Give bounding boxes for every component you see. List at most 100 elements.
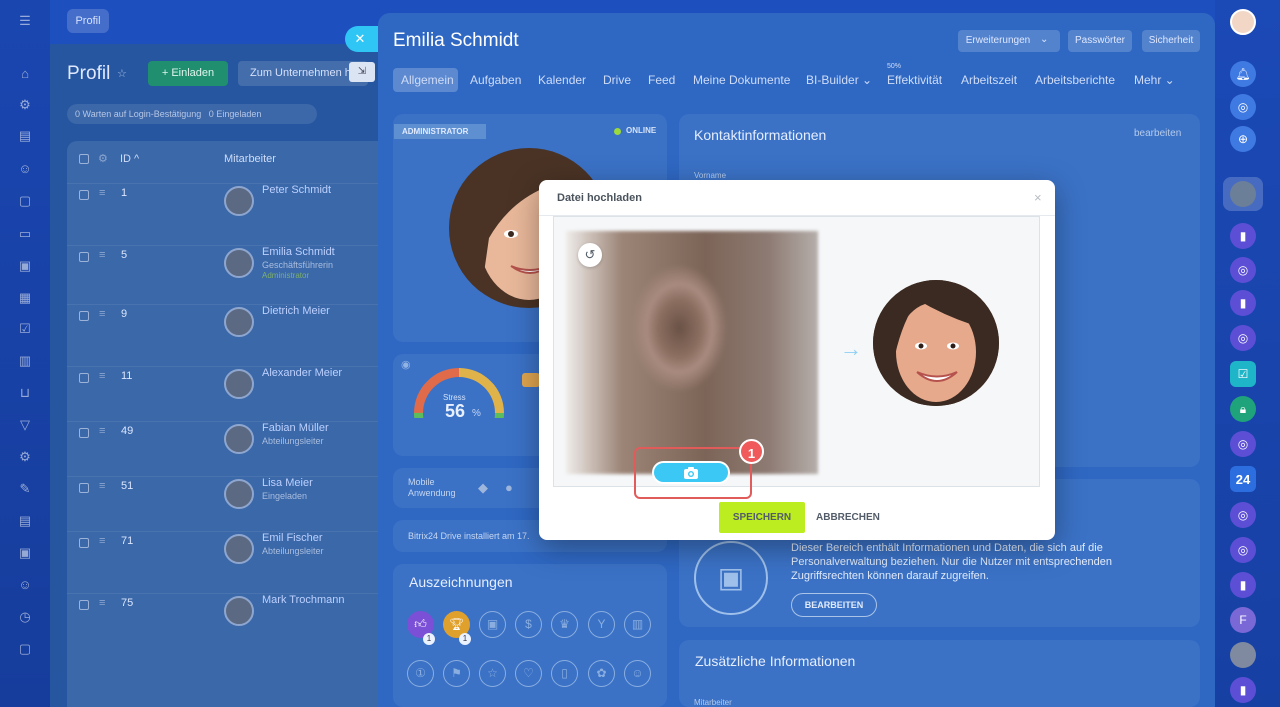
tab-more[interactable]: Mehr ⌄ (1134, 73, 1175, 87)
f-chat-icon[interactable]: F (1230, 607, 1256, 633)
table-row[interactable]: ≡ 5 Emilia Schmidt Geschäftsführerin Adminis… (67, 245, 387, 301)
chevron-down-icon[interactable]: ⌄ (1040, 34, 1048, 45)
calendar-icon[interactable]: ▦ (17, 290, 33, 306)
camera-capture-button[interactable] (652, 461, 730, 484)
number-one-icon[interactable]: ① (407, 660, 434, 687)
employee-name[interactable]: Fabian Müller (262, 422, 329, 434)
close-icon[interactable]: × (1034, 190, 1042, 205)
tab-tasks[interactable]: Aufgaben (470, 73, 521, 87)
search-chat-icon[interactable]: ⊕ (1230, 126, 1256, 152)
passwords-button[interactable]: Passwörter (1068, 30, 1132, 52)
tab-feed[interactable]: Feed (648, 73, 675, 87)
bell-icon[interactable]: 🔔︎ (1230, 61, 1256, 87)
home-icon[interactable]: ⌂ (17, 66, 33, 82)
task-icon[interactable]: ☑ (17, 321, 33, 337)
col-employee[interactable]: Mitarbeiter (224, 153, 276, 165)
invite-button[interactable]: + Einladen (148, 61, 228, 86)
box-icon[interactable]: ▤ (17, 513, 33, 529)
money-bag-icon[interactable]: $ (515, 611, 542, 638)
contact-edit-link[interactable]: bearbeiten (1134, 128, 1181, 139)
tab-my-documents[interactable]: Meine Dokumente (693, 73, 790, 87)
channel-icon[interactable]: ◎ (1230, 537, 1256, 563)
eye-icon[interactable]: ◉ (401, 358, 411, 371)
row-checkbox[interactable] (79, 252, 89, 262)
drag-icon[interactable]: ≡ (99, 187, 105, 199)
undo-icon[interactable]: ↺ (578, 243, 602, 267)
pulse-icon[interactable]: ◎ (1230, 94, 1256, 120)
pen-icon[interactable]: ✎ (17, 481, 33, 497)
channel-icon[interactable]: ◎ (1230, 257, 1256, 283)
select-all-checkbox[interactable] (79, 154, 89, 164)
hr-edit-button[interactable]: BEARBEITEN (791, 593, 877, 617)
minimize-icon[interactable]: ⇲ (349, 62, 375, 82)
menu-icon[interactable]: ☰ (17, 13, 33, 29)
tab-worktime[interactable]: Arbeitszeit (961, 73, 1017, 87)
users-icon[interactable]: ☺ (17, 161, 33, 177)
user-avatar[interactable] (1230, 9, 1256, 35)
table-row[interactable]: ≡ 1 Peter Schmidt (67, 183, 387, 239)
profile-breadcrumb[interactable]: Profil (67, 9, 109, 33)
security-button[interactable]: Sicherheit (1142, 30, 1200, 52)
settings-icon[interactable]: ⚙ (98, 152, 108, 165)
drag-icon[interactable]: ≡ (99, 425, 105, 437)
channel-icon[interactable]: ◎ (1230, 502, 1256, 528)
card-icon[interactable]: ▭ (17, 226, 33, 242)
settings-icon[interactable]: ⚙ (17, 449, 33, 465)
star-icon[interactable]: ☆ (117, 67, 127, 80)
row-checkbox[interactable] (79, 538, 89, 548)
table-row[interactable]: ≡ 49 Fabian Müller Abteilungsleiter (67, 421, 387, 477)
beer-icon[interactable]: ▯ (551, 660, 578, 687)
channel-icon[interactable]: ◎ (1230, 431, 1256, 457)
camera-preview[interactable] (566, 231, 818, 474)
doc-icon[interactable]: ▢ (17, 193, 33, 209)
drag-icon[interactable]: ≡ (99, 535, 105, 547)
filter-chips[interactable]: 0 Warten auf Login-Bestätigung 0 Eingela… (67, 104, 317, 124)
row-checkbox[interactable] (79, 428, 89, 438)
drag-icon[interactable]: ≡ (99, 308, 105, 320)
tab-effectivity[interactable]: Effektivität (887, 73, 942, 87)
user-chat-avatar[interactable] (1230, 642, 1256, 668)
employee-name[interactable]: Peter Schmidt (262, 184, 331, 196)
tab-calendar[interactable]: Kalender (538, 73, 586, 87)
row-checkbox[interactable] (79, 483, 89, 493)
group-chat-icon[interactable]: ▮ (1230, 290, 1256, 316)
id-card-icon[interactable]: ▣ (17, 545, 33, 561)
feed-icon[interactable]: ▤ (17, 128, 33, 144)
smile-icon[interactable]: ☺ (624, 660, 651, 687)
chart-icon[interactable]: ▥ (17, 353, 33, 369)
bitrix24-icon[interactable]: 24 (1230, 466, 1256, 492)
table-row[interactable]: ≡ 51 Lisa Meier Eingeladen (67, 476, 387, 532)
star-icon[interactable]: ☆ (479, 660, 506, 687)
row-checkbox[interactable] (79, 190, 89, 200)
flower-icon[interactable]: ✿ (588, 660, 615, 687)
row-checkbox[interactable] (79, 311, 89, 321)
table-row[interactable]: ≡ 71 Emil Fischer Abteilungsleiter (67, 531, 387, 587)
save-button[interactable]: SPEICHERN (719, 502, 805, 533)
table-row[interactable]: ≡ 11 Alexander Meier (67, 366, 387, 422)
filter-icon[interactable]: ▽ (17, 417, 33, 433)
cancel-button[interactable]: ABBRECHEN (816, 512, 880, 523)
chat-icon[interactable]: ▣ (17, 258, 33, 274)
employee-name[interactable]: Emil Fischer (262, 532, 323, 544)
row-checkbox[interactable] (79, 600, 89, 610)
employee-name[interactable]: Lisa Meier (262, 477, 313, 489)
row-checkbox[interactable] (79, 373, 89, 383)
crown-icon[interactable]: ♛ (551, 611, 578, 638)
employee-name[interactable]: Dietrich Meier (262, 305, 330, 317)
android-icon[interactable]: ◆ (478, 480, 488, 496)
group-chat-icon[interactable]: ▮ (1230, 677, 1256, 703)
flag-icon[interactable]: ⚑ (443, 660, 470, 687)
group-icon[interactable]: ☺ (17, 577, 33, 593)
cake-icon[interactable]: ▥ (624, 611, 651, 638)
heart-icon[interactable]: ♡ (515, 660, 542, 687)
lock-icon[interactable]: 🔒︎ (1230, 396, 1256, 422)
group-chat-icon[interactable]: ▮ (1230, 572, 1256, 598)
tab-work-reports[interactable]: Arbeitsberichte (1035, 73, 1115, 87)
employee-name[interactable]: Alexander Meier (262, 367, 342, 379)
drag-icon[interactable]: ≡ (99, 249, 105, 261)
tab-drive[interactable]: Drive (603, 73, 631, 87)
employee-name[interactable]: Mark Trochmann (262, 594, 345, 606)
clock-icon[interactable]: ◷ (17, 609, 33, 625)
group-chat-icon[interactable]: ▮ (1230, 223, 1256, 249)
gift-icon[interactable]: ▣ (479, 611, 506, 638)
